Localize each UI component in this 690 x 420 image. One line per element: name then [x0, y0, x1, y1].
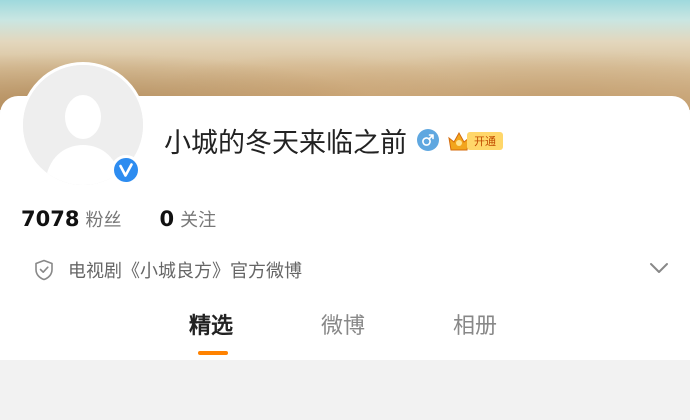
- certification-text: 电视剧《小城良方》官方微博: [68, 261, 302, 282]
- vip-open-button[interactable]: 开通: [447, 128, 505, 152]
- tab-featured[interactable]: 精选: [189, 308, 233, 340]
- content-area: [0, 360, 690, 420]
- name-row: 小城的冬天来临之前 开通: [164, 124, 505, 159]
- certification-row[interactable]: 电视剧《小城良方》官方微博: [34, 257, 302, 283]
- profile-tabs: 精选 微博 相册: [0, 308, 690, 358]
- male-symbol-icon: [417, 129, 439, 151]
- following-label[interactable]: 关注: [180, 206, 216, 232]
- followers-count[interactable]: 7078: [21, 207, 79, 231]
- profile-stats: 7078 粉丝 0 关注: [21, 206, 216, 232]
- active-tab-indicator: [198, 351, 228, 355]
- verified-v-icon: [114, 158, 138, 182]
- verified-badge[interactable]: [111, 155, 141, 185]
- username: 小城的冬天来临之前: [164, 127, 407, 159]
- tab-album[interactable]: 相册: [453, 308, 497, 340]
- tab-weibo[interactable]: 微博: [321, 308, 365, 340]
- shield-check-icon: [35, 259, 53, 281]
- followers-label[interactable]: 粉丝: [85, 206, 121, 232]
- vip-open-label: 开通: [467, 132, 503, 150]
- chevron-down-icon[interactable]: [649, 260, 669, 279]
- following-count[interactable]: 0: [159, 207, 174, 231]
